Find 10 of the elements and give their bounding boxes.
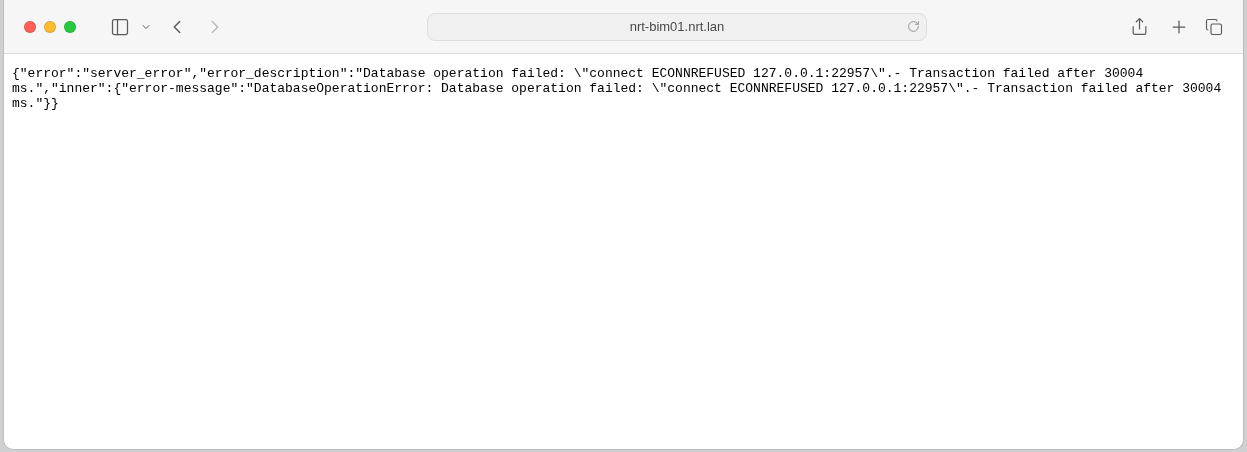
minimize-button[interactable] — [44, 20, 56, 33]
json-response-text: {"error":"server_error","error_description":"Database operation failed: \"connect ECONNREFUSED 127.0.0.1:22957\".- Transaction failed after 30004 ms.","inner":{"error-message":"DatabaseOperationError: Database operation failed: \"connect ECONNREFUSED 127.0.0.1:22957\".- Transaction failed after 30004 ms."}} — [12, 66, 1223, 111]
address-bar[interactable]: nrt-bim01.nrt.lan — [427, 12, 927, 41]
share-button[interactable] — [1130, 17, 1149, 36]
reload-button[interactable] — [907, 19, 920, 33]
close-button[interactable] — [24, 20, 36, 33]
tabs-overview-button[interactable] — [1205, 17, 1223, 36]
sidebar-button[interactable] — [110, 16, 130, 37]
zoom-button[interactable] — [64, 20, 76, 33]
url-text: nrt-bim01.nrt.lan — [629, 19, 725, 34]
